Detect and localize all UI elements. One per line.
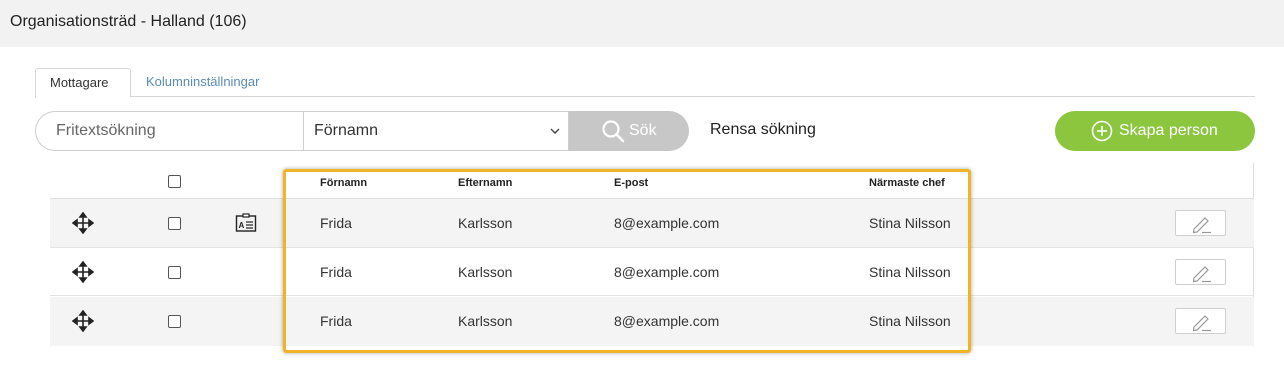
recipients-table: Förnamn Efternamn E-post Närmaste chef A… [50, 163, 1254, 346]
cell-narmaste-chef: Stina Nilsson [869, 264, 951, 280]
edit-button[interactable] [1175, 308, 1226, 334]
row-checkbox[interactable] [168, 315, 181, 328]
move-arrows-icon[interactable] [72, 261, 94, 283]
search-group: Förnamn Sök [35, 111, 689, 151]
pencil-icon [1192, 315, 1211, 332]
cell-epost: 8@example.com [614, 313, 720, 329]
select-all-checkbox[interactable] [168, 175, 181, 188]
column-header-fornamn[interactable]: Förnamn [320, 177, 367, 189]
tab-kolumninstallningar[interactable]: Kolumninställningar [132, 68, 273, 97]
table-row: A Frida Karlsson 8@example.com Stina Nil… [50, 199, 1254, 248]
table-row: Frida Karlsson 8@example.com Stina Nilss… [50, 297, 1254, 346]
pencil-icon [1192, 266, 1211, 283]
cell-fornamn: Frida [320, 264, 352, 280]
table-row: Frida Karlsson 8@example.com Stina Nilss… [50, 248, 1254, 296]
contact-card-icon[interactable]: A [235, 212, 257, 234]
search-field-select[interactable]: Förnamn [303, 111, 569, 151]
svg-text:A: A [239, 221, 245, 230]
cell-narmaste-chef: Stina Nilsson [869, 215, 951, 231]
move-arrows-icon[interactable] [72, 310, 94, 332]
create-person-label: Skapa person [1119, 122, 1218, 139]
move-arrows-icon[interactable] [72, 212, 94, 234]
cell-efternamn: Karlsson [458, 215, 513, 231]
cell-epost: 8@example.com [614, 215, 720, 231]
chevron-down-icon [550, 112, 560, 165]
search-button[interactable]: Sök [569, 111, 689, 151]
cell-fornamn: Frida [320, 313, 352, 329]
cell-epost: 8@example.com [614, 264, 720, 280]
cell-narmaste-chef: Stina Nilsson [869, 313, 951, 329]
row-checkbox[interactable] [168, 217, 181, 230]
row-checkbox[interactable] [168, 266, 181, 279]
column-header-narmaste-chef[interactable]: Närmaste chef [869, 177, 945, 189]
table-header: Förnamn Efternamn E-post Närmaste chef [50, 163, 1254, 199]
top-bar: Organisationsträd - Halland (106) [0, 0, 1284, 47]
search-input[interactable] [35, 111, 303, 151]
edit-button[interactable] [1175, 210, 1226, 236]
plus-circle-icon [1091, 120, 1113, 142]
page-title: Organisationsträd - Halland (106) [10, 13, 247, 30]
search-field-value: Förnamn [314, 122, 379, 139]
column-header-epost[interactable]: E-post [614, 177, 648, 189]
tab-bar: Mottagare Kolumninställningar [35, 68, 1255, 98]
column-header-efternamn[interactable]: Efternamn [458, 177, 512, 189]
cell-fornamn: Frida [320, 215, 352, 231]
pencil-icon [1192, 217, 1211, 234]
search-button-label: Sök [629, 122, 657, 139]
create-person-button[interactable]: Skapa person [1055, 111, 1255, 151]
tab-mottagare[interactable]: Mottagare [35, 68, 131, 98]
cell-efternamn: Karlsson [458, 264, 513, 280]
magnifier-icon [602, 120, 625, 143]
edit-button[interactable] [1175, 259, 1226, 285]
clear-search-link[interactable]: Rensa sökning [710, 121, 816, 139]
cell-efternamn: Karlsson [458, 313, 513, 329]
